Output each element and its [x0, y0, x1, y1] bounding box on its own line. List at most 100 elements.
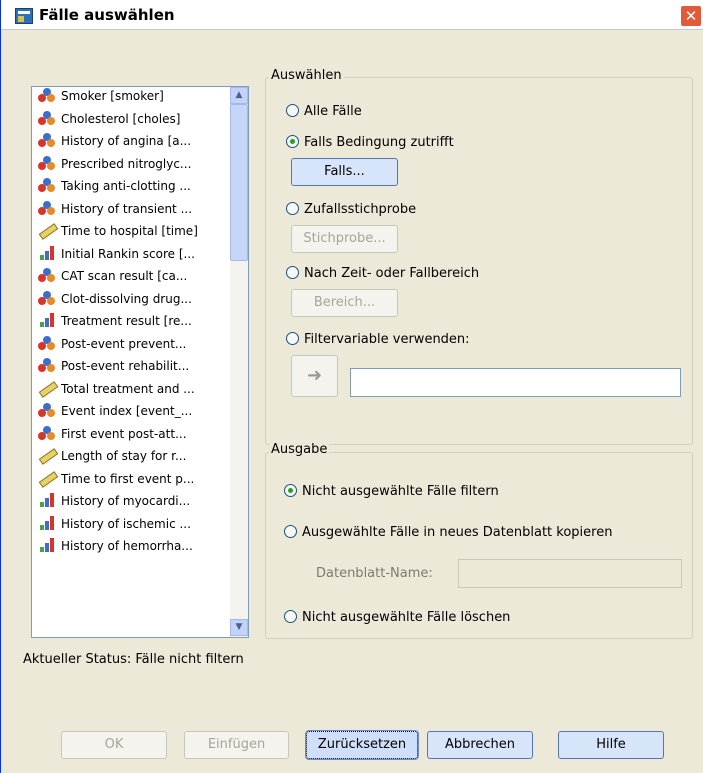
list-item[interactable]: Treatment result [re... — [38, 310, 234, 332]
scroll-down-arrow-icon[interactable]: ▼ — [230, 619, 248, 636]
list-item[interactable]: History of transient ... — [38, 198, 234, 220]
select-group-legend: Auswählen — [269, 68, 344, 83]
radio-filter-variable[interactable]: Filtervariable verwenden: — [286, 330, 470, 350]
nominal-measure-icon — [38, 88, 56, 102]
ok-button[interactable]: OK — [61, 731, 167, 759]
radio-copy-to-dataset-label: Ausgewählte Fälle in neues Datenblatt ko… — [302, 525, 613, 540]
paste-button[interactable]: Einfügen — [184, 731, 289, 759]
nominal-measure-icon — [38, 290, 56, 305]
list-item[interactable]: Prescribed nitroglyc... — [38, 153, 234, 175]
radio-delete-unselected-indicator[interactable] — [284, 610, 297, 623]
radio-all-cases-indicator[interactable] — [286, 104, 299, 117]
list-item-label: Cholesterol [choles] — [61, 111, 181, 126]
scale-measure-icon — [38, 223, 56, 237]
nominal-measure-icon — [38, 133, 56, 147]
list-item[interactable]: Initial Rankin score [... — [38, 243, 234, 265]
radio-filter-variable-label: Filtervariable verwenden: — [304, 332, 470, 347]
list-item[interactable]: Post-event rehabilit... — [38, 355, 234, 377]
list-item[interactable]: Smoker [smoker] — [38, 87, 234, 107]
list-item[interactable]: First event post-att... — [38, 423, 234, 445]
list-item[interactable]: History of myocardi... — [38, 490, 234, 512]
list-item-label: Prescribed nitroglyc... — [61, 156, 192, 171]
radio-random-sample[interactable]: Zufallsstichprobe — [286, 200, 416, 220]
variable-list[interactable]: History of hemorrha... History of ischemi… — [31, 86, 249, 638]
dataset-name-field[interactable] — [458, 559, 682, 588]
list-item-label: Taking anti-clotting ... — [61, 179, 191, 193]
list-item-label: History of hemorrha... — [61, 539, 193, 553]
dataset-name-label: Datenblatt-Name: — [316, 566, 433, 581]
radio-filter-unselected-indicator[interactable] — [284, 484, 297, 497]
list-item-label: History of myocardi... — [61, 494, 191, 508]
list-item-label: Smoker [smoker] — [61, 89, 164, 103]
nominal-measure-icon — [38, 425, 56, 440]
list-item[interactable]: Length of stay for r... — [38, 445, 234, 467]
list-item-label: History of transient ... — [61, 201, 193, 216]
list-item-label: Post-event prevent... — [61, 336, 187, 351]
radio-range-indicator[interactable] — [286, 266, 299, 279]
list-item[interactable]: Time to hospital [time] — [38, 220, 234, 242]
ordinal-measure-icon — [38, 538, 56, 552]
radio-filter-unselected[interactable]: Nicht ausgewählte Fälle filtern — [284, 482, 499, 502]
list-item-label: Post-event rehabilit... — [61, 359, 190, 373]
list-item-label: Clot-dissolving drug... — [61, 291, 192, 306]
list-item[interactable]: CAT scan result [ca... — [38, 265, 234, 287]
list-item-label: Total treatment and ... — [61, 381, 195, 396]
scale-measure-icon — [38, 381, 56, 395]
dialog-window: Fälle auswählen ✕ History of hemorrha...… — [0, 0, 703, 773]
dialog-title: Fälle auswählen — [39, 6, 175, 24]
reset-button[interactable]: Zurücksetzen — [305, 730, 419, 760]
sample-button[interactable]: Stichprobe... — [291, 225, 398, 253]
list-item[interactable]: Total treatment and ... — [38, 378, 234, 400]
cancel-button[interactable]: Abbrechen — [427, 731, 533, 759]
radio-all-cases[interactable]: Alle Fälle — [286, 102, 362, 122]
title-bar: Fälle auswählen ✕ — [1, 0, 703, 30]
radio-random-sample-label: Zufallsstichprobe — [304, 202, 417, 217]
radio-copy-to-dataset[interactable]: Ausgewählte Fälle in neues Datenblatt ko… — [284, 523, 612, 543]
if-condition-button[interactable]: Falls... — [291, 158, 398, 186]
output-group-legend: Ausgabe — [269, 442, 330, 457]
dialog-app-icon — [15, 8, 33, 24]
scroll-thumb[interactable] — [230, 104, 248, 261]
close-icon: ✕ — [684, 7, 698, 25]
list-item[interactable]: History of ischemic ... — [38, 513, 234, 535]
list-item[interactable]: Post-event prevent... — [38, 333, 234, 355]
range-button[interactable]: Bereich... — [291, 289, 398, 317]
list-item[interactable]: Taking anti-clotting ... — [38, 175, 234, 197]
nominal-measure-icon — [38, 200, 56, 215]
radio-if-condition[interactable]: Falls Bedingung zutrifft — [286, 133, 454, 153]
nominal-measure-icon — [38, 358, 56, 372]
radio-delete-unselected-label: Nicht ausgewählte Fälle löschen — [302, 610, 511, 625]
radio-filter-variable-indicator[interactable] — [286, 332, 299, 345]
list-item-label: Length of stay for r... — [61, 449, 187, 463]
radio-random-sample-indicator[interactable] — [286, 202, 299, 215]
radio-if-condition-indicator[interactable] — [286, 135, 299, 148]
list-item-label: CAT scan result [ca... — [61, 269, 188, 283]
radio-range-label: Nach Zeit- oder Fallbereich — [304, 266, 480, 281]
nominal-measure-icon — [38, 268, 56, 282]
radio-if-condition-label: Falls Bedingung zutrifft — [304, 135, 454, 150]
list-item[interactable]: Time to first event p... — [38, 468, 234, 490]
list-item-label: Time to first event p... — [61, 471, 195, 486]
help-button[interactable]: Hilfe — [558, 731, 664, 759]
list-item-label: Event index [event_... — [61, 404, 193, 418]
radio-range[interactable]: Nach Zeit- oder Fallbereich — [286, 264, 479, 284]
radio-copy-to-dataset-indicator[interactable] — [284, 525, 297, 538]
current-status-text: Aktueller Status: Fälle nicht filtern — [23, 652, 244, 667]
list-item[interactable]: History of angina [a... — [38, 130, 234, 152]
list-item[interactable]: Cholesterol [choles] — [38, 108, 234, 130]
list-item-label: History of ischemic ... — [61, 516, 191, 531]
radio-all-cases-label: Alle Fälle — [304, 104, 362, 119]
list-item-label: Time to hospital [time] — [61, 224, 198, 238]
variable-list-scrollbar[interactable]: ▲ ▼ — [230, 87, 248, 637]
radio-delete-unselected[interactable]: Nicht ausgewählte Fälle löschen — [284, 608, 510, 628]
list-item[interactable]: Clot-dissolving drug... — [38, 288, 234, 310]
close-button[interactable]: ✕ — [680, 5, 702, 27]
ordinal-measure-icon — [38, 313, 56, 327]
list-item[interactable]: Event index [event_... — [38, 400, 234, 422]
filter-variable-field[interactable] — [350, 368, 681, 397]
move-to-filter-button[interactable]: ➜ — [291, 355, 338, 397]
list-item[interactable]: History of hemorrha... — [38, 535, 234, 557]
scroll-up-arrow-icon[interactable]: ▲ — [230, 87, 248, 104]
list-item-label: Treatment result [re... — [61, 314, 192, 328]
arrow-right-icon: ➜ — [306, 365, 323, 386]
